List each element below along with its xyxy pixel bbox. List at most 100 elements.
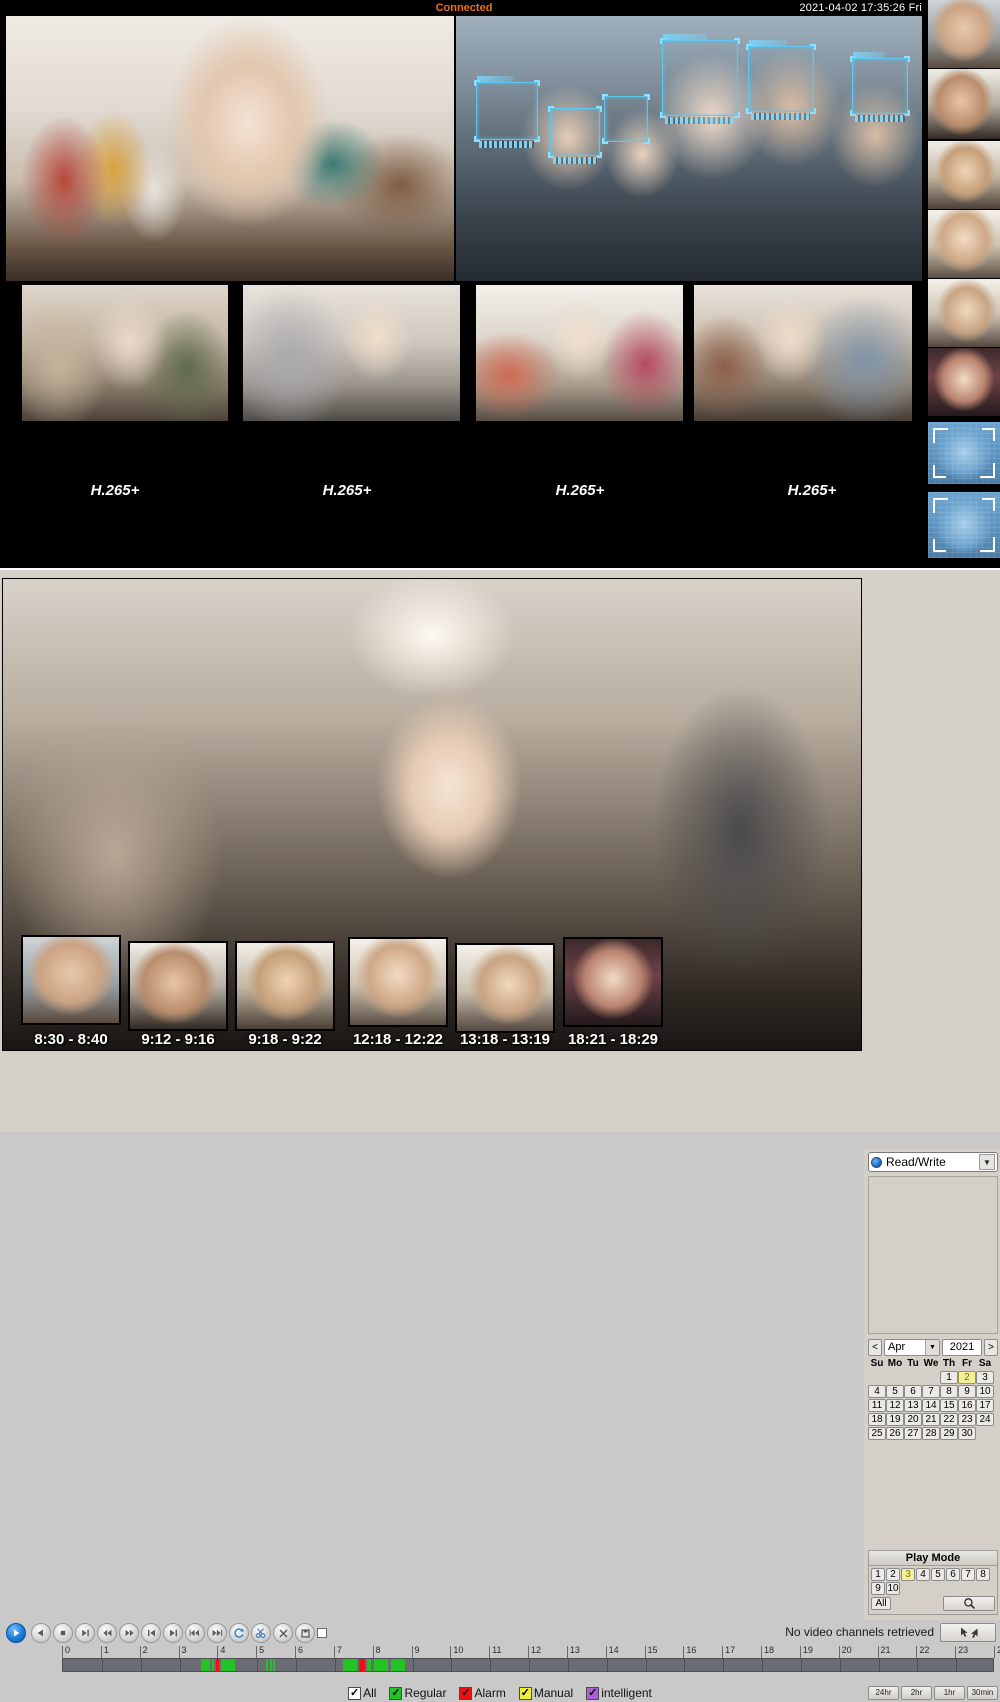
play-mode-channel-4[interactable]: 4 [916,1568,930,1581]
calendar-day[interactable]: 30 [958,1427,976,1440]
legend-checkbox-intelligent[interactable]: ✓ [586,1686,600,1700]
legend-checkbox-regular[interactable]: ✓ [389,1686,403,1700]
legend-item-manual[interactable]: ✓ Manual [518,1686,573,1700]
play-mode-channel-1[interactable]: 1 [871,1568,885,1581]
previous-file-button[interactable] [141,1623,161,1643]
calendar-year-field[interactable]: 2021 [942,1338,982,1356]
save-clip-button[interactable] [295,1623,315,1643]
calendar-day[interactable]: 1 [940,1371,958,1384]
calendar-day[interactable]: 2 [958,1371,976,1384]
calendar-day[interactable]: 26 [886,1427,904,1440]
calendar-day[interactable]: 27 [904,1427,922,1440]
timeline-zoom-2hr[interactable]: 2hr [901,1686,932,1700]
face-capture-thumb-4[interactable] [928,210,1000,278]
face-capture-thumb-5[interactable] [928,279,1000,347]
video-pane-4[interactable] [243,285,460,421]
calendar-day[interactable]: 20 [904,1413,922,1426]
timeline-segment-regular[interactable] [391,1659,405,1671]
timeline-segment-regular[interactable] [220,1659,235,1671]
timeline-segment-regular[interactable] [367,1659,371,1671]
legend-item-alarm[interactable]: ✓ Alarm [459,1686,506,1700]
play-mode-channel-7[interactable]: 7 [961,1568,975,1581]
calendar-day[interactable]: 7 [922,1385,940,1398]
video-pane-2[interactable] [456,16,922,281]
face-capture-thumb-2[interactable] [928,69,1000,139]
playback-thumb-6[interactable] [563,937,663,1027]
hdd-file-list[interactable] [868,1176,998,1334]
calendar-day[interactable]: 11 [868,1399,886,1412]
playback-thumb-5[interactable] [455,943,555,1033]
timeline-segment-alarm[interactable] [216,1659,220,1671]
timeline-segment-regular[interactable] [269,1659,272,1671]
legend-checkbox-alarm[interactable]: ✓ [459,1686,473,1700]
legend-item-all[interactable]: ✓ All [348,1686,376,1700]
clip-button[interactable] [251,1623,271,1643]
play-mode-channel-10[interactable]: 10 [886,1582,900,1595]
playback-thumb-2[interactable] [128,941,228,1031]
face-biometric-scan-2[interactable] [928,492,1000,558]
face-capture-thumb-3[interactable] [928,141,1000,209]
calendar-day[interactable]: 10 [976,1385,994,1398]
calendar-prev-button[interactable]: < [868,1338,882,1356]
calendar-day[interactable]: 13 [904,1399,922,1412]
timeline-segment-regular[interactable] [273,1659,276,1671]
play-mode-search-button[interactable] [943,1596,995,1611]
calendar-day[interactable]: 3 [976,1371,994,1384]
play-mode-channel-2[interactable]: 2 [886,1568,900,1581]
pointer-tool-button[interactable] [940,1623,996,1642]
calendar-next-button[interactable]: > [984,1338,998,1356]
chevron-down-icon[interactable]: ▼ [925,1339,939,1355]
play-mode-all-button[interactable]: All [871,1597,891,1610]
calendar-day[interactable]: 14 [922,1399,940,1412]
chevron-down-icon[interactable]: ▼ [979,1154,995,1170]
timeline-zoom-24hr[interactable]: 24hr [868,1686,899,1700]
calendar-month-select[interactable]: Apr ▼ [884,1338,940,1356]
video-pane-1[interactable] [6,16,454,281]
playback-thumb-4[interactable] [348,937,448,1027]
hdd-mode-select[interactable]: Read/Write ▼ [868,1152,998,1172]
timeline-segment-regular[interactable] [343,1659,358,1671]
video-pane-6[interactable] [694,285,912,421]
timeline-zoom-1hr[interactable]: 1hr [934,1686,965,1700]
calendar-day[interactable]: 16 [958,1399,976,1412]
timeline-segment-regular[interactable] [200,1659,210,1671]
stop-button[interactable] [53,1623,73,1643]
calendar-day[interactable]: 6 [904,1385,922,1398]
face-biometric-scan-1[interactable] [928,422,1000,484]
calendar-day[interactable]: 12 [886,1399,904,1412]
video-pane-5[interactable] [476,285,683,421]
calendar-day[interactable]: 5 [886,1385,904,1398]
calendar-day[interactable]: 4 [868,1385,886,1398]
timeline-zoom-30min[interactable]: 30min [967,1686,998,1700]
calendar-day[interactable]: 21 [922,1413,940,1426]
timeline-segment-regular[interactable] [373,1659,389,1671]
previous-day-button[interactable] [185,1623,205,1643]
calendar-day[interactable]: 15 [940,1399,958,1412]
face-capture-thumb-1[interactable] [928,0,1000,68]
legend-item-regular[interactable]: ✓ Regular [389,1686,446,1700]
next-day-button[interactable] [207,1623,227,1643]
fast-forward-button[interactable] [119,1623,139,1643]
play-mode-channel-8[interactable]: 8 [976,1568,990,1581]
calendar-day[interactable]: 28 [922,1427,940,1440]
calendar-day[interactable]: 19 [886,1413,904,1426]
calendar-day[interactable]: 17 [976,1399,994,1412]
playback-video-pane[interactable]: 8:30 - 8:40 9:12 - 9:16 9:18 - 9:22 12:1… [2,578,862,1051]
play-mode-channel-5[interactable]: 5 [931,1568,945,1581]
slow-forward-button[interactable] [97,1623,117,1643]
sync-button[interactable] [229,1623,249,1643]
playback-thumb-3[interactable] [235,941,335,1031]
play-mode-channel-3[interactable]: 3 [901,1568,915,1581]
play-mode-channel-9[interactable]: 9 [871,1582,885,1595]
timeline-segment-alarm[interactable] [358,1659,366,1671]
calendar-day[interactable]: 24 [976,1413,994,1426]
next-file-button[interactable] [163,1623,183,1643]
video-pane-3[interactable] [22,285,228,421]
legend-checkbox-all[interactable]: ✓ [348,1686,362,1700]
legend-checkbox-manual[interactable]: ✓ [518,1686,532,1700]
calendar-day[interactable]: 29 [940,1427,958,1440]
calendar-day[interactable]: 23 [958,1413,976,1426]
play-mode-channel-6[interactable]: 6 [946,1568,960,1581]
face-capture-thumb-6[interactable] [928,348,1000,416]
play-button[interactable] [6,1623,26,1643]
